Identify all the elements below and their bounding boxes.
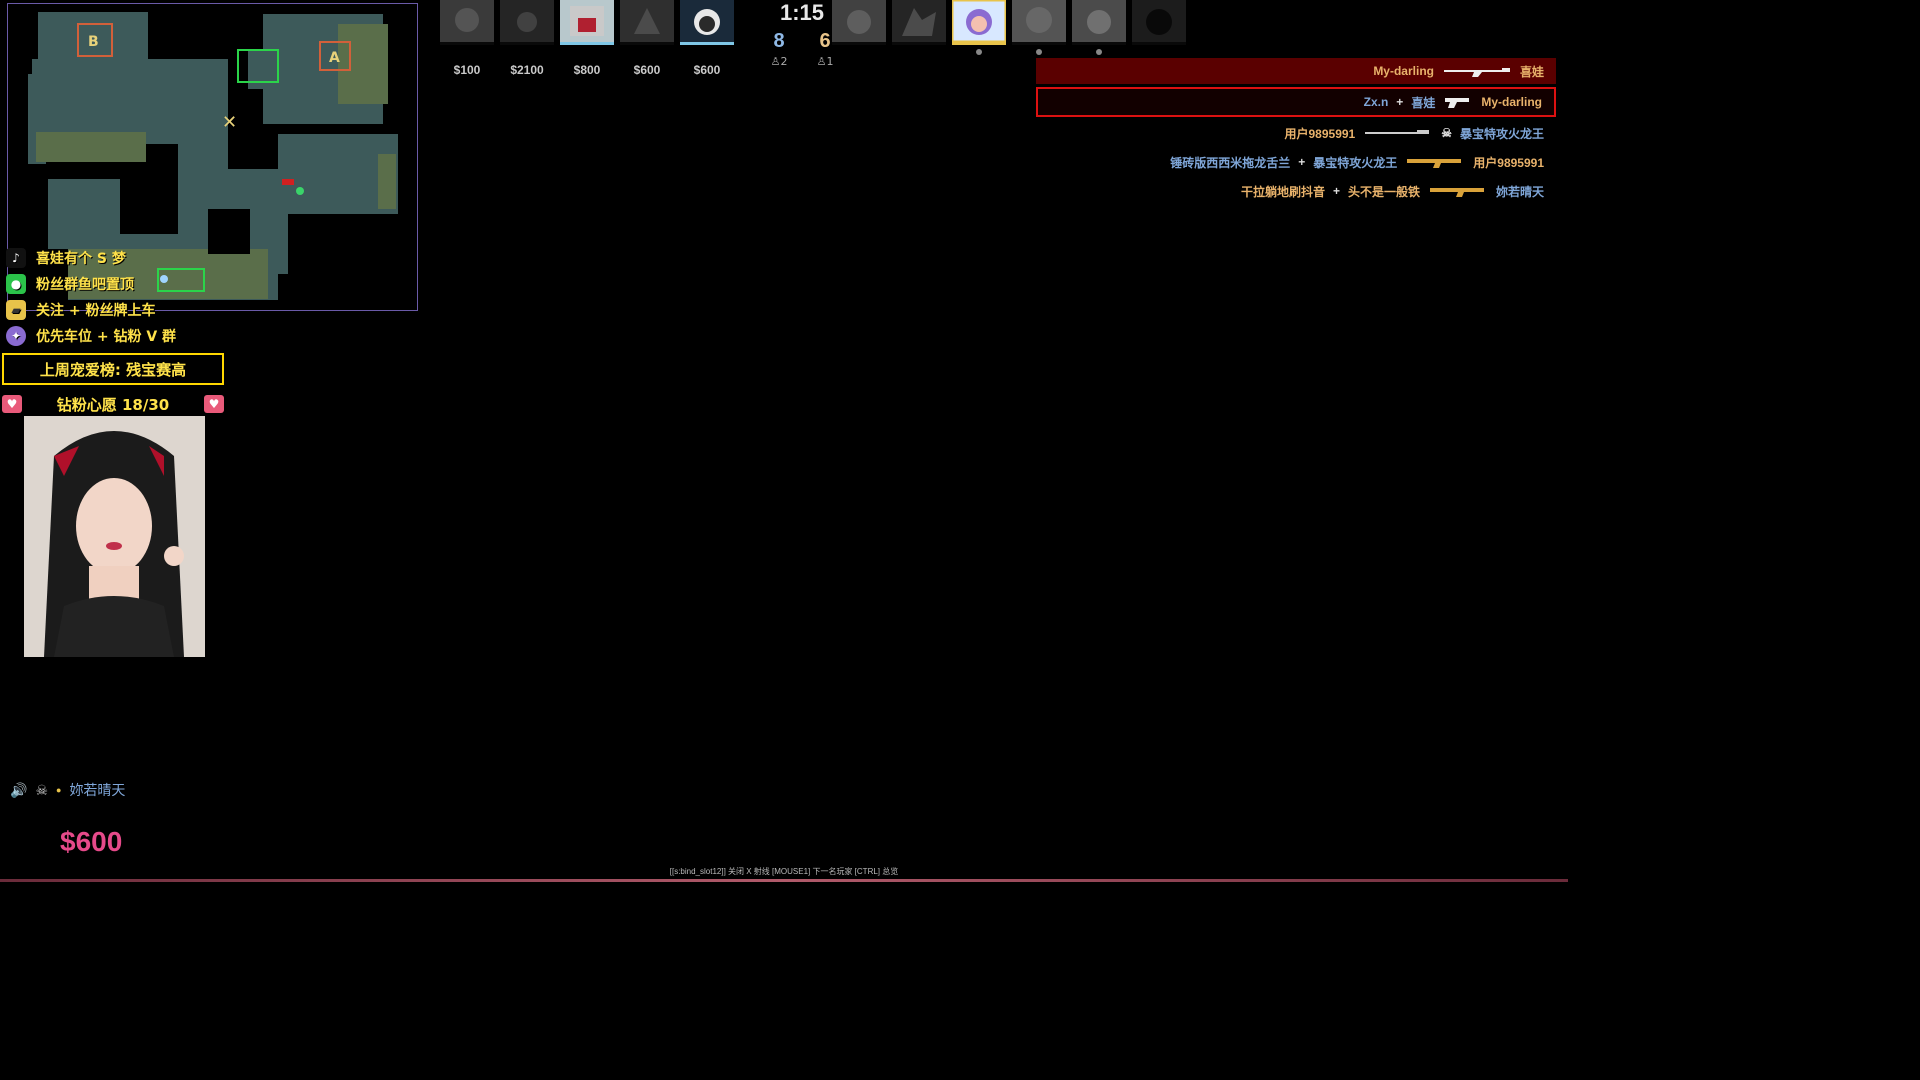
skull-avatar-icon: ☠ bbox=[35, 781, 48, 798]
spectated-player-name: 妳若晴天 bbox=[69, 782, 126, 798]
heart-icon: ♥ bbox=[203, 395, 224, 413]
ct-player-1[interactable]: $100 bbox=[440, 0, 494, 77]
ct-player-5[interactable]: $600 bbox=[680, 0, 734, 77]
spectated-player-money: $600 bbox=[60, 826, 123, 857]
player-money: $2100 bbox=[510, 63, 544, 77]
killfeed: My-darling 喜娃 Zx.n + 喜娃 My-darling 用户989… bbox=[1036, 58, 1556, 207]
rifle-icon bbox=[1365, 130, 1430, 134]
t-player-4[interactable] bbox=[1012, 0, 1066, 55]
t-player-2[interactable] bbox=[892, 0, 946, 45]
killfeed-entry: 锤砖版西西米拖龙舌兰 + 暴宝特攻火龙王 用户9895991 bbox=[1170, 155, 1544, 170]
player-money: $600 bbox=[693, 63, 721, 77]
ct-score: 8 bbox=[773, 30, 785, 52]
pistol-icon bbox=[1445, 98, 1470, 108]
ticket-icon: ▰ bbox=[6, 300, 26, 320]
t-player-3[interactable] bbox=[952, 0, 1006, 55]
bombsite-a-label: A bbox=[329, 50, 340, 66]
killfeed-entry: 干拉躺地刷抖音 + 头不是一般铁 妳若晴天 bbox=[1240, 184, 1544, 199]
bomb-x-marker: ✕ bbox=[222, 112, 237, 133]
tiktok-icon: ♪ bbox=[6, 248, 26, 268]
player-money: $600 bbox=[633, 63, 661, 77]
rifle-icon bbox=[1443, 68, 1510, 77]
ct-player-4[interactable]: $600 bbox=[620, 0, 674, 77]
killfeed-entry: 用户9895991 ☠ 暴宝特攻火龙王 bbox=[1284, 126, 1545, 141]
killfeed-entry: My-darling 喜娃 bbox=[1036, 58, 1556, 84]
t-score: 6 bbox=[819, 30, 831, 52]
t-player-6[interactable] bbox=[1132, 0, 1186, 45]
spectator-controls-hint: [[s:bind_slot12]] 关闭 X 射线 [MOUSE1] 下一名玩家… bbox=[669, 867, 899, 876]
smg-icon bbox=[1429, 188, 1484, 197]
t-player-5[interactable] bbox=[1072, 0, 1126, 55]
speaker-icon[interactable]: 🔊 bbox=[10, 782, 27, 799]
t-alive-count: ♙1 bbox=[816, 55, 834, 68]
overlay-line: ▰ 关注 + 粉丝牌上车 bbox=[2, 297, 224, 323]
ct-player-3[interactable]: $800 bbox=[560, 0, 614, 77]
player-money: $800 bbox=[573, 63, 601, 77]
t-player-1[interactable] bbox=[832, 0, 886, 45]
killfeed-entry: Zx.n + 喜娃 My-darling bbox=[1036, 87, 1556, 117]
webcam-feed bbox=[24, 416, 205, 657]
ct-player-2[interactable]: $2100 bbox=[500, 0, 554, 77]
smg-icon bbox=[1407, 159, 1462, 168]
leaderboard-banner: 上周宠爱榜: 残宝赛高 bbox=[2, 353, 224, 385]
bottom-bar bbox=[0, 879, 1568, 882]
ct-alive-count: ♙2 bbox=[770, 55, 788, 68]
overlay-line: ● 粉丝群鱼吧置顶 bbox=[2, 271, 224, 297]
overlay-line: ✦ 优先车位 + 钻粉 V 群 bbox=[2, 323, 224, 349]
stream-overlay: ♪ 喜娃有个 S 梦 ● 粉丝群鱼吧置顶 ▰ 关注 + 粉丝牌上车 ✦ 优先车位… bbox=[2, 245, 224, 417]
player-money: $100 bbox=[453, 63, 481, 77]
bombsite-b-label: B bbox=[88, 34, 99, 50]
wechat-icon: ● bbox=[6, 274, 26, 294]
heart-icon: ♥ bbox=[2, 395, 22, 413]
badge-icon: ✦ bbox=[6, 326, 26, 346]
wish-progress: ♥ 钻粉心愿 18/30 ♥ bbox=[2, 391, 224, 417]
overlay-line: ♪ 喜娃有个 S 梦 bbox=[2, 245, 224, 271]
spectated-player-info: 🔊 ☠ ● 妳若晴天 bbox=[10, 780, 125, 800]
team-dot-icon: ● bbox=[56, 785, 62, 795]
streamer-webcam bbox=[24, 416, 205, 657]
